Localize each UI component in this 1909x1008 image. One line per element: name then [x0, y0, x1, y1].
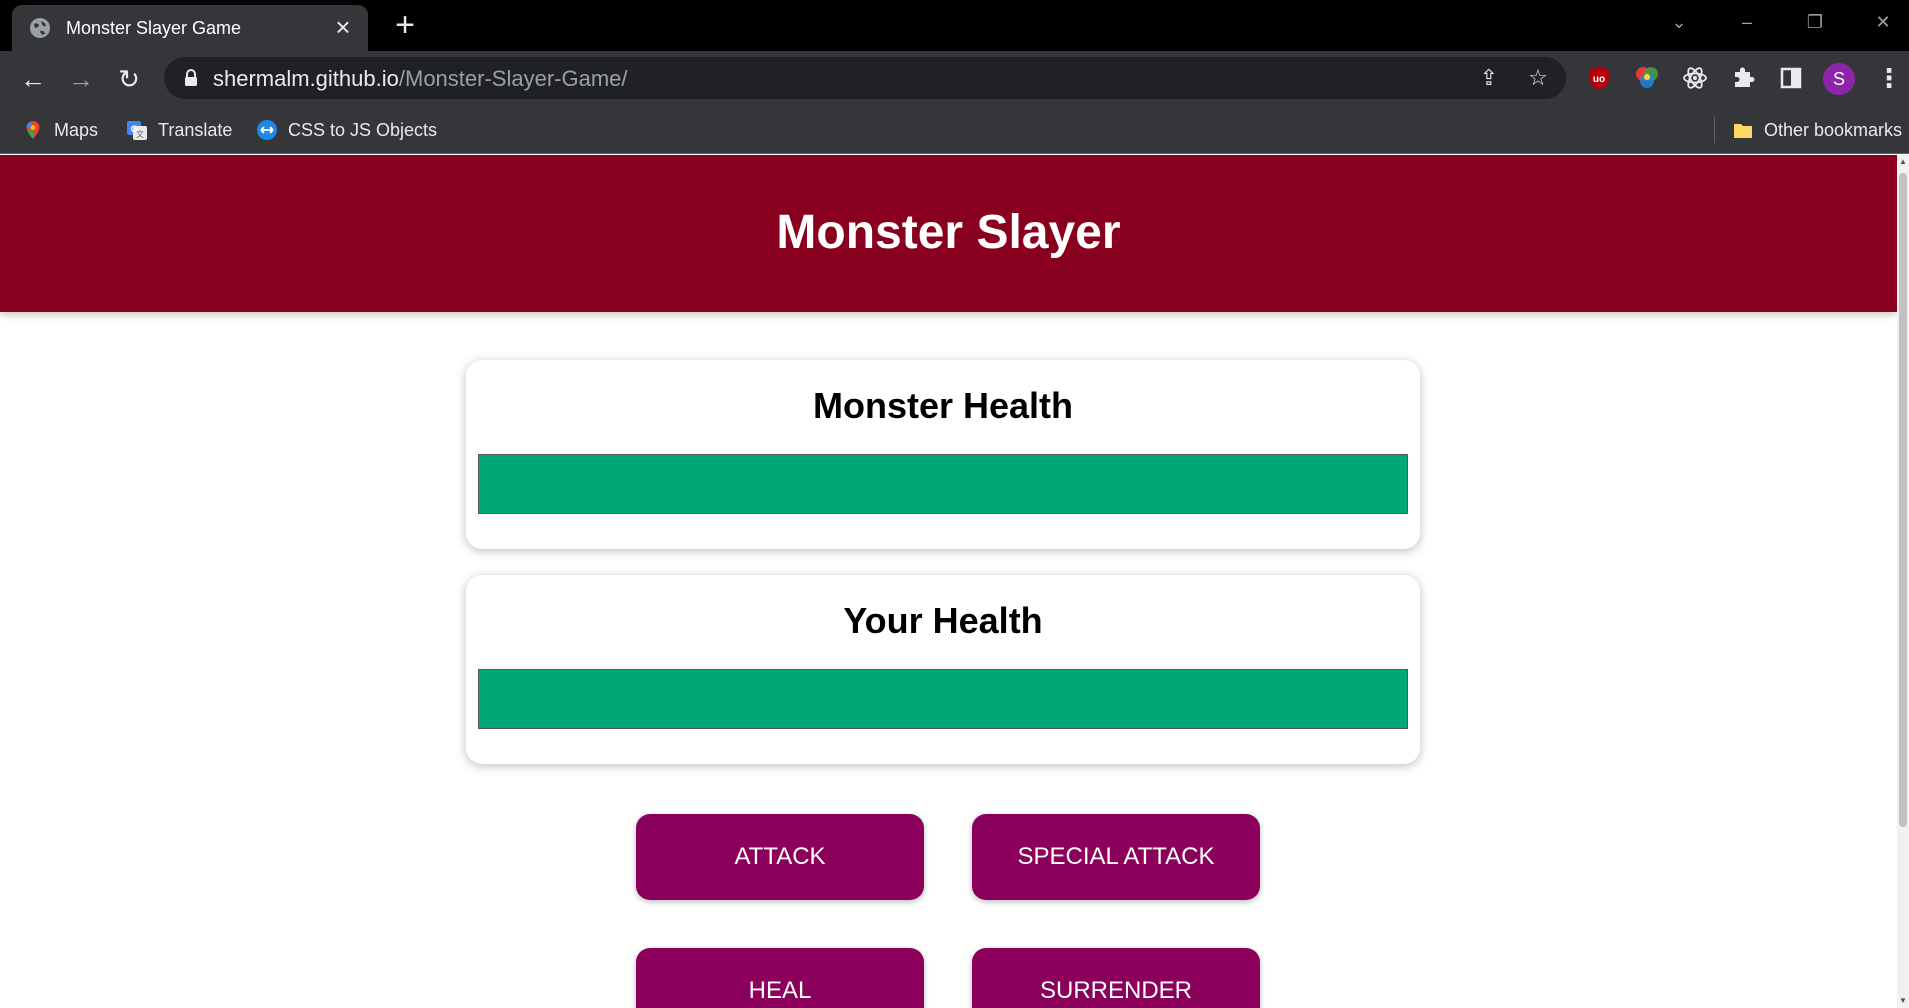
svg-text:uo: uo	[1593, 74, 1605, 85]
profile-avatar[interactable]: S	[1823, 63, 1855, 95]
browser-menu-icon[interactable]: ⋮	[1876, 63, 1902, 95]
bookmark-translate[interactable]: G 文 Translate	[126, 116, 232, 144]
tab-title: Monster Slayer Game	[66, 18, 242, 38]
maps-icon	[26, 121, 40, 139]
minimize-icon[interactable]: –	[1722, 6, 1772, 38]
folder-icon	[1734, 124, 1752, 138]
react-devtools-icon[interactable]	[1680, 63, 1710, 93]
monster-healthbar	[478, 454, 1408, 514]
surrender-button[interactable]: SURRENDER	[972, 948, 1260, 1008]
page-title: Monster Slayer	[776, 206, 1121, 259]
browser-tab[interactable]: Monster Slayer Game ×	[12, 5, 368, 51]
tab-strip: Monster Slayer Game × + ⌄ – ❐ ✕	[0, 0, 1909, 51]
url-host: shermalm.github.io	[213, 66, 399, 91]
bookmarks-divider	[1714, 117, 1715, 143]
special-attack-button[interactable]: SPECIAL ATTACK	[972, 814, 1260, 900]
extensions-puzzle-icon[interactable]	[1728, 63, 1758, 93]
page-header: Monster Slayer	[0, 155, 1897, 312]
bookmark-label: Translate	[158, 120, 233, 140]
reload-icon[interactable]: ↻	[110, 60, 148, 98]
lock-icon	[185, 69, 197, 86]
back-icon[interactable]: ←	[14, 60, 52, 98]
attack-button[interactable]: ATTACK	[636, 814, 924, 900]
close-tab-icon[interactable]: ×	[330, 14, 356, 40]
player-healthbar-fill	[479, 670, 1407, 728]
css-to-js-icon	[257, 120, 277, 140]
heal-button[interactable]: HEAL	[636, 948, 924, 1008]
page-viewport: Monster Slayer Monster Health Your Healt…	[0, 155, 1897, 1008]
restore-icon[interactable]: ❐	[1790, 6, 1840, 38]
scrollbar-thumb[interactable]	[1899, 173, 1907, 827]
ublock-icon[interactable]: uo	[1584, 63, 1614, 93]
new-tab-icon[interactable]: +	[390, 8, 420, 42]
globe-icon	[30, 18, 50, 38]
close-window-icon[interactable]: ✕	[1858, 6, 1908, 38]
forward-icon[interactable]: →	[62, 60, 100, 98]
color-picker-extension-icon[interactable]	[1632, 63, 1662, 93]
other-bookmarks-label: Other bookmarks	[1764, 120, 1903, 140]
monster-health-card: Monster Health	[466, 360, 1420, 549]
player-healthbar	[478, 669, 1408, 729]
bookmark-css-to-js[interactable]: CSS to JS Objects	[256, 116, 437, 144]
page-scrollbar[interactable]: ▲ ▼	[1897, 155, 1909, 1008]
bookmarks-bar: Maps G 文 Translate CSS to JS Objects Oth…	[0, 106, 1909, 154]
address-bar[interactable]: shermalm.github.io/Monster-Slayer-Game/ …	[164, 57, 1566, 99]
share-icon[interactable]: ⇪	[1476, 65, 1502, 91]
bookmark-maps[interactable]: Maps	[22, 116, 98, 144]
monster-health-title: Monster Health	[812, 385, 1074, 426]
tab-search-icon[interactable]: ⌄	[1654, 6, 1704, 38]
bookmark-label: CSS to JS Objects	[288, 120, 438, 140]
other-bookmarks[interactable]: Other bookmarks	[1732, 116, 1902, 144]
url-path: /Monster-Slayer-Game/	[398, 66, 628, 91]
svg-text:文: 文	[136, 129, 144, 139]
scroll-up-icon[interactable]: ▲	[1897, 155, 1909, 169]
player-health-title: Your Health	[843, 600, 1043, 641]
url-text: shermalm.github.io/Monster-Slayer-Game/	[213, 67, 628, 91]
side-panel-icon[interactable]	[1776, 63, 1806, 93]
scroll-down-icon[interactable]: ▼	[1897, 994, 1909, 1008]
translate-icon: G 文	[127, 121, 147, 140]
bookmark-label: Maps	[54, 120, 99, 140]
bookmark-star-icon[interactable]: ☆	[1525, 65, 1551, 91]
browser-toolbar: ← → ↻ shermalm.github.io/Monster-Slayer-…	[0, 51, 1909, 106]
player-health-card: Your Health	[466, 575, 1420, 764]
monster-healthbar-fill	[479, 455, 1407, 513]
